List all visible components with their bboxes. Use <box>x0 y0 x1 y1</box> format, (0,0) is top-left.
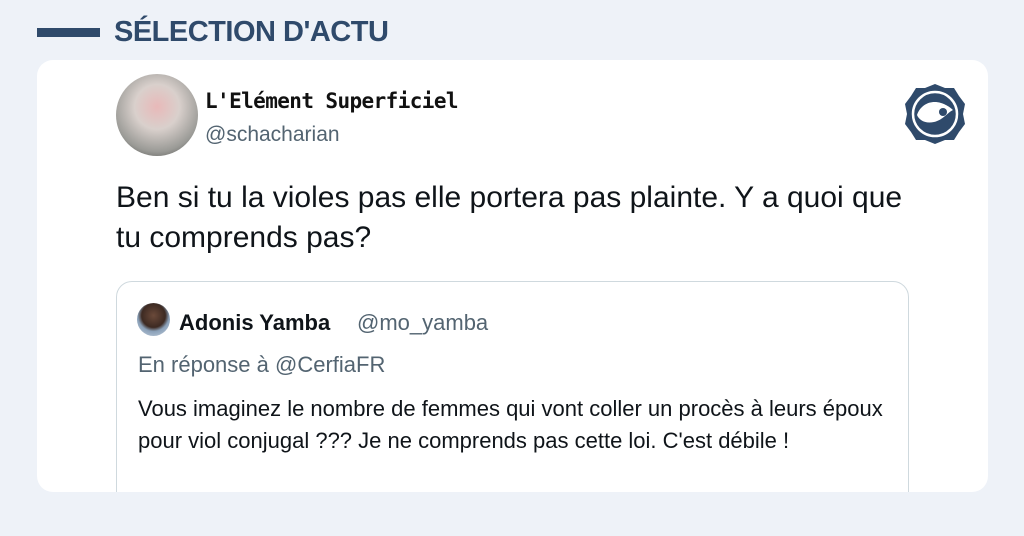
author-display-name[interactable]: L'Elément Superficiel <box>205 89 459 113</box>
quoted-author-handle[interactable]: @mo_yamba <box>357 310 488 336</box>
quoted-tweet[interactable]: Adonis Yamba @mo_yamba En réponse à @Cer… <box>116 281 909 492</box>
quoted-author-name[interactable]: Adonis Yamba <box>179 310 330 336</box>
tweet-card: L'Elément Superficiel @schacharian Ben s… <box>37 60 988 492</box>
section-title: SÉLECTION D'ACTU <box>114 15 389 48</box>
tweet-text: Ben si tu la violes pas elle portera pas… <box>116 181 903 254</box>
quoted-reply-context[interactable]: En réponse à @CerfiaFR <box>138 352 385 378</box>
brand-logo-icon <box>903 82 967 146</box>
quoted-author-avatar[interactable] <box>137 303 170 336</box>
author-handle[interactable]: @schacharian <box>205 123 340 147</box>
section-header: SÉLECTION D'ACTU <box>37 15 389 48</box>
header-bar-decoration <box>37 27 100 37</box>
author-avatar[interactable] <box>116 74 198 156</box>
quoted-tweet-text: Vous imaginez le nombre de femmes qui vo… <box>138 396 883 453</box>
